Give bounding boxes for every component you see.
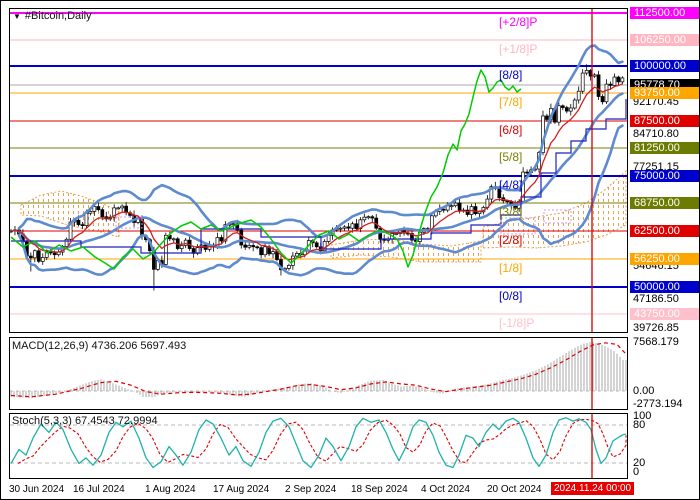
price-level-badge: 93750.00: [630, 87, 699, 99]
price-level-badge: 43750.00: [630, 308, 699, 320]
macd-label: MACD(12,26,9) 4736.206 5697.493: [12, 340, 187, 352]
chart-dropdown-icon[interactable]: ▼: [13, 12, 21, 21]
symbol-period-label[interactable]: ▼ #Bitcoin,Daily: [13, 10, 92, 22]
main-price-chart[interactable]: [9, 8, 628, 333]
price-level-badge: 50000.00: [630, 281, 699, 293]
date-axis-label: 18 Sep 2024: [351, 484, 408, 495]
price-axis-tick: 47186.50: [633, 293, 679, 305]
murrey-level-label: [8/8]: [499, 68, 523, 82]
murrey-level-label: [3/8]: [499, 205, 523, 219]
macd-axis-tick: 0.00: [633, 385, 655, 397]
date-axis-label: 16 Jul 2024: [73, 484, 125, 495]
date-axis-label: 20 Oct 2024: [487, 484, 542, 495]
murrey-level-label: [2/8]: [499, 233, 523, 247]
vline-date-badge: 2024.11.24 00:00: [551, 482, 635, 495]
murrey-level-label: [5/8]: [499, 150, 523, 164]
murrey-level-label: [6/8]: [499, 123, 523, 137]
murrey-level-label: [1/8]: [499, 261, 523, 275]
date-axis-label: 2 Sep 2024: [285, 484, 337, 495]
price-level-badge: 56250.00: [630, 253, 699, 265]
macd-axis-tick: 7568.179: [633, 336, 679, 348]
date-axis-label: 1 Aug 2024: [145, 484, 196, 495]
symbol-text: #Bitcoin,Daily: [24, 10, 92, 22]
price-level-badge: 100000.00: [630, 60, 699, 72]
price-level-badge: 112500.00: [630, 7, 699, 19]
date-axis-label: 4 Oct 2024: [421, 484, 470, 495]
price-level-badge: 68750.00: [630, 197, 699, 209]
stoch-axis-tick: 80: [633, 419, 646, 431]
murrey-level-label: [7/8]: [499, 95, 523, 109]
date-axis-label: 17 Aug 2024: [213, 484, 270, 495]
price-level-badge: 87500.00: [630, 115, 699, 127]
price-level-badge: 81250.00: [630, 142, 699, 154]
price-level-badge: 62500.00: [630, 225, 699, 237]
murrey-level-label: [0/8]: [499, 289, 523, 303]
price-level-badge: 75000.00: [630, 170, 699, 182]
price-level-badge: 106250.00: [630, 34, 699, 46]
macd-axis-tick: -2773.194: [633, 398, 683, 410]
stoch-axis-tick: 0: [633, 466, 640, 478]
murrey-level-label: [-1/8]P: [499, 316, 535, 330]
trading-chart-window: ▼ #Bitcoin,Daily MACD(12,26,9) 4736.206 5…: [0, 0, 700, 500]
murrey-level-label: [4/8]: [499, 178, 523, 192]
murrey-level-label: [+2/8]P: [499, 15, 538, 29]
price-axis-tick: 39726.85: [633, 322, 679, 334]
murrey-level-label: [+1/8]P: [499, 42, 538, 56]
date-axis-label: 30 Jun 2024: [9, 484, 65, 495]
stoch-label: Stoch(5,3,3) 67.4543 72.9994: [12, 415, 158, 427]
price-axis-tick: 84710.80: [633, 128, 679, 140]
